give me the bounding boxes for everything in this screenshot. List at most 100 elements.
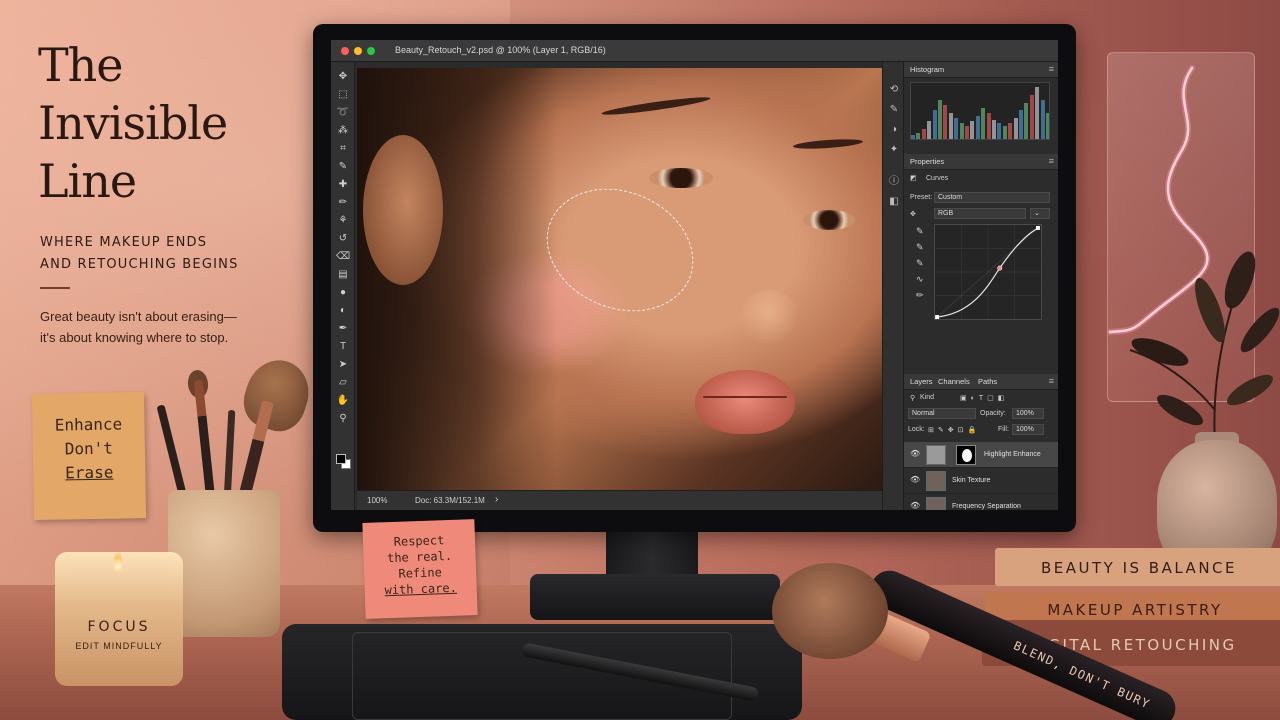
curves-graph[interactable] — [934, 224, 1042, 320]
fill-label: Fill: — [998, 426, 1009, 433]
layer-thumbnail[interactable] — [926, 445, 946, 465]
eyedropper-gray-icon[interactable]: ✎ — [916, 242, 926, 252]
histogram-bar — [932, 110, 937, 139]
eye-icon[interactable]: 👁 — [910, 449, 920, 458]
brush-settings-icon[interactable]: ✎ — [888, 104, 900, 116]
layer-name[interactable]: Frequency Separation — [952, 503, 1021, 510]
document-size: Doc: 63.3M/152.1M — [415, 496, 485, 505]
lock-icons[interactable]: ⊞✎✥⊡🔒 — [928, 426, 980, 434]
eyedropper-white-icon[interactable]: ✎ — [916, 258, 926, 268]
headline: The Invisible Line — [38, 36, 338, 210]
eye-icon[interactable]: 👁 — [910, 475, 920, 484]
color-icon[interactable]: ◧ — [888, 196, 900, 208]
headline-line-3: Line — [38, 154, 137, 208]
move-icon[interactable]: ✥ — [336, 70, 350, 84]
layer-mask-thumbnail[interactable] — [956, 445, 976, 465]
preset-select[interactable]: Custom — [934, 192, 1050, 203]
layer-row[interactable]: 👁 Frequency Separation — [904, 494, 1058, 510]
type-icon[interactable]: T — [336, 340, 350, 354]
filter-icons[interactable]: ▣◐T▢◧ — [960, 394, 1008, 402]
tab-channels[interactable]: Channels — [938, 377, 970, 386]
info-icon[interactable]: ⓘ — [888, 176, 900, 188]
lasso-icon[interactable]: ➰ — [336, 106, 350, 120]
healing-brush-icon[interactable]: ✚ — [336, 178, 350, 192]
styles-icon[interactable]: ✦ — [888, 144, 900, 156]
histogram-bar — [997, 123, 1002, 139]
layer-name[interactable]: Skin Texture — [952, 477, 990, 484]
canvas-lip-line — [703, 396, 787, 398]
candle-label: FOCUS — [87, 619, 151, 635]
sticky-note-enhance: Enhance Don't Erase — [31, 392, 147, 520]
tab-histogram[interactable]: Histogram — [910, 65, 944, 74]
crop-icon[interactable]: ⌗ — [336, 142, 350, 156]
layer-row[interactable]: 👁 Highlight Enhance — [904, 442, 1058, 468]
tab-layers[interactable]: Layers — [910, 377, 933, 386]
shape-icon[interactable]: ▱ — [336, 376, 350, 390]
curves-icon: ◩ — [910, 175, 917, 182]
document-tab-title[interactable]: Beauty_Retouch_v2.psd @ 100% (Layer 1, R… — [395, 45, 606, 55]
path-select-icon[interactable]: ➤ — [336, 358, 350, 372]
tagline: Great beauty isn't about erasing—it's ab… — [40, 309, 237, 345]
tools-panel: ✥ ⬚ ➰ ⁂ ⌗ ✎ ✚ ✏ ⚘ ↺ ⌫ ▤ ● ◐ ✒ T ➤ ▱ ✋ ⚲ — [331, 62, 355, 510]
eraser-icon[interactable]: ⌫ — [336, 250, 350, 264]
layer-thumbnail[interactable] — [926, 471, 946, 491]
histogram-bar — [1029, 94, 1034, 139]
tab-paths[interactable]: Paths — [978, 377, 997, 386]
histogram-bar — [1008, 123, 1013, 139]
eyedropper-icon[interactable]: ✎ — [336, 160, 350, 174]
marquee-icon[interactable]: ⬚ — [336, 88, 350, 102]
minimize-button[interactable] — [354, 47, 362, 55]
candle-sublabel: EDIT MINDFULLY — [75, 641, 163, 651]
fill-field[interactable]: 100% — [1012, 424, 1044, 435]
eye-icon[interactable]: 👁 — [910, 501, 920, 510]
history-brush-icon[interactable]: ↺ — [336, 232, 350, 246]
layer-thumbnail[interactable] — [926, 497, 946, 510]
panel-menu-icon[interactable]: ≡ — [1049, 64, 1054, 74]
foreground-color-swatch[interactable] — [336, 454, 346, 464]
channel-icon: ✥ — [910, 211, 916, 218]
brush-icon[interactable]: ✏ — [336, 196, 350, 210]
pen-icon[interactable]: ✒ — [336, 322, 350, 336]
hand-icon[interactable]: ✋ — [336, 394, 350, 408]
auto-button[interactable]: ⌄ — [1030, 208, 1050, 219]
adjustment-name: Curves — [926, 175, 949, 182]
histogram-bar — [1019, 110, 1023, 139]
panel-menu-icon[interactable]: ≡ — [1049, 376, 1054, 386]
layers-panel-header: Layers Channels Paths ≡ — [904, 374, 1058, 390]
dodge-icon[interactable]: ◐ — [336, 304, 350, 318]
gradient-icon[interactable]: ▤ — [336, 268, 350, 282]
close-button[interactable] — [341, 47, 349, 55]
histogram-bar — [911, 135, 915, 139]
tab-properties[interactable]: Properties — [910, 157, 944, 166]
canvas-nose — [739, 290, 799, 346]
blur-icon[interactable]: ● — [336, 286, 350, 300]
histogram-panel-header: Histogram ≡ — [904, 62, 1058, 78]
zoom-button[interactable] — [367, 47, 375, 55]
filter-search-icon[interactable]: ⚲ — [910, 394, 915, 402]
photoshop-window: Beauty_Retouch_v2.psd @ 100% (Layer 1, R… — [331, 40, 1058, 510]
monitor-stand-base — [530, 574, 780, 620]
curve-pencil-icon[interactable]: ✏ — [916, 290, 926, 300]
history-icon[interactable]: ⟲ — [888, 84, 900, 96]
adjustments-icon[interactable]: ◑ — [888, 124, 900, 136]
histogram-bar — [938, 100, 942, 139]
blend-mode-select[interactable]: Normal — [908, 408, 976, 419]
layer-row[interactable]: 👁 Skin Texture — [904, 468, 1058, 494]
histogram-bar — [943, 105, 948, 139]
filter-kind[interactable]: Kind — [920, 394, 934, 401]
powder-brush-head — [772, 563, 888, 659]
layer-name[interactable]: Highlight Enhance — [984, 451, 1041, 458]
quick-select-icon[interactable]: ⁂ — [336, 124, 350, 138]
curve-point-icon[interactable]: ∿ — [916, 274, 926, 284]
clone-stamp-icon[interactable]: ⚘ — [336, 214, 350, 228]
zoom-icon[interactable]: ⚲ — [336, 412, 350, 426]
eyedropper-black-icon[interactable]: ✎ — [916, 226, 926, 236]
note-line: Erase — [65, 462, 114, 483]
right-panels: Histogram ≡ Properties ≡ ◩ Curves Preset… — [904, 62, 1058, 510]
panel-menu-icon[interactable]: ≡ — [1049, 156, 1054, 166]
status-menu-arrow[interactable]: › — [495, 494, 498, 505]
channel-select[interactable]: RGB — [934, 208, 1026, 219]
zoom-level[interactable]: 100% — [367, 496, 387, 505]
opacity-field[interactable]: 100% — [1012, 408, 1044, 419]
brush-cup — [168, 490, 280, 637]
